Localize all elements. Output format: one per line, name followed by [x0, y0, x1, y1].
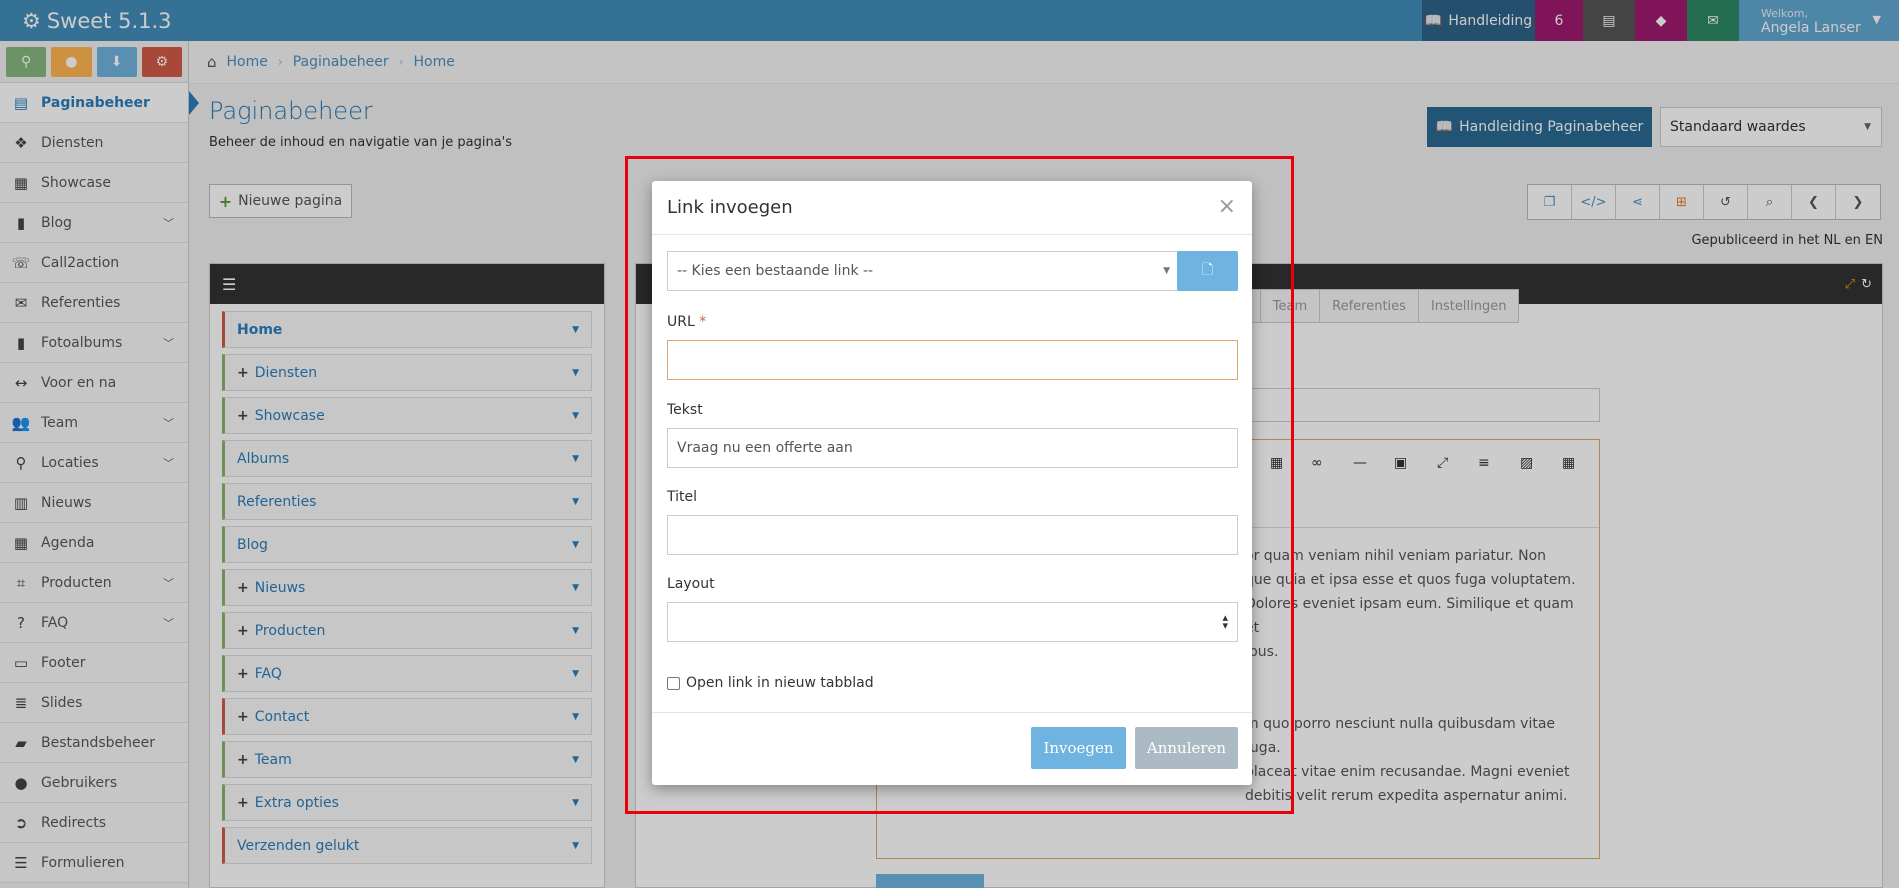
highlight-box — [625, 156, 1294, 814]
